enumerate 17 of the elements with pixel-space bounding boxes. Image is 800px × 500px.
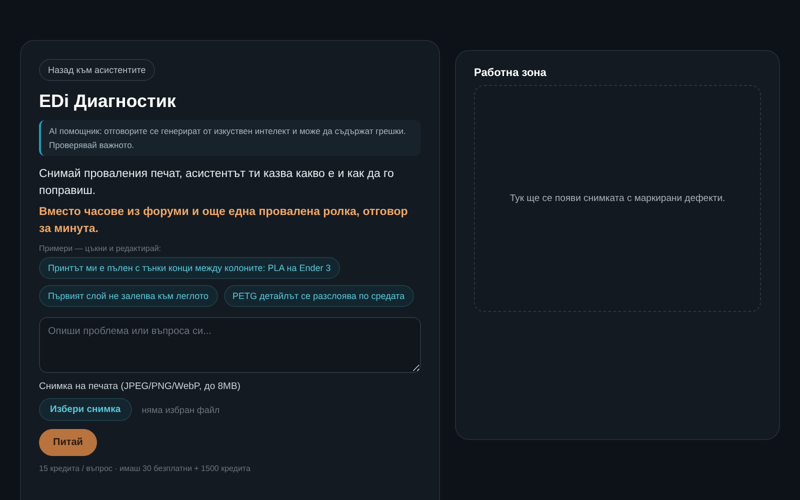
back-link[interactable]: Назад към асистентите [39,59,155,81]
examples-label: Примери — цъкни и редактирай: [39,244,162,253]
photo-label: Снимка на печата (JPEG/PNG/WebP, до 8MB) [39,381,240,392]
highlight-text: Вместо часове из форуми и още една провалена ролка, отговор за минута. [39,205,409,237]
question-field[interactable]: Опиши проблема или въпроса си... [39,317,421,373]
example-chip[interactable]: Първият слой не залепва към леглото [39,285,218,307]
intro-text: Снимай проваления печат, асистентът ти казва какво е и как да го поправиш. [39,167,395,199]
file-status: няма избран файл [142,404,220,414]
ai-notice: AI помощник: отговорите се генерират от изкуствен интелект и може да съдържат грешки. Проверявай важното. [39,120,421,156]
empty-text: Тук ще се появи снимката с маркирани дефекти. [510,193,726,204]
credits-note: 15 кредита / въпрос · имаш 30 безплатни + 1500 кредита [39,464,250,473]
workspace-title: Работна зона [474,67,548,79]
example-chip[interactable]: PETG детайлът се разслоява по средата [224,285,414,307]
example-chip[interactable]: Принтът ми е пълен с тънки конци между колоните: PLA на Ender 3 [39,257,340,279]
choose-photo-button[interactable]: Избери снимка [39,398,132,421]
page-title: EDi Диагностик [39,91,176,112]
ask-button[interactable]: Питай [39,429,97,456]
